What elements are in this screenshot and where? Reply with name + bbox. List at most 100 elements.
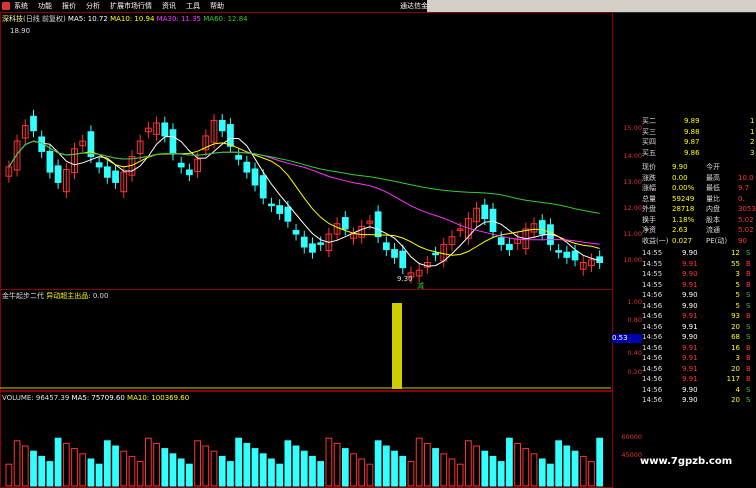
tick-13: 13.00 (623, 178, 642, 186)
stat-label2: 今开 (706, 163, 720, 171)
tick-price: 9.91 (682, 375, 698, 383)
candle-body (235, 155, 242, 160)
stat-value: 59249 (672, 194, 695, 203)
tick-row: 14:56 9.91 3 B (642, 353, 756, 364)
candle-body (227, 124, 234, 147)
tick-15: 15.00 (623, 124, 642, 132)
tick-side: S (746, 249, 751, 257)
volume-bar (391, 450, 398, 487)
ask-name: 买二 (642, 117, 656, 125)
tick-time: 14:56 (642, 343, 663, 352)
volume-bar (538, 458, 546, 487)
stat-value: 9.90 (672, 163, 688, 171)
candle-body (382, 242, 390, 251)
volume-bar (350, 453, 357, 487)
tick-vol: 68 (731, 333, 740, 341)
volume-bar (284, 440, 292, 487)
volume-bar (71, 448, 78, 487)
stat-value2: 10.0 (738, 173, 754, 182)
candle-body (284, 206, 292, 222)
tick-time: 14:56 (642, 312, 663, 320)
volume-bar (62, 442, 70, 487)
tick-time: 14:56 (642, 354, 663, 362)
candle-body (538, 220, 546, 235)
candle-body (268, 203, 275, 207)
stat-value2: 3053 (738, 205, 756, 213)
volume-bar (563, 445, 571, 487)
vol-tick-60000: 60000 (621, 433, 642, 441)
candle-body (341, 217, 349, 230)
tick-side: B (746, 259, 751, 268)
candle-body (259, 175, 267, 199)
volume-bar (79, 453, 87, 487)
tick-row: 14:56 9.90 5 S (642, 290, 756, 301)
volume-bar (87, 458, 95, 487)
candle-body (481, 204, 489, 220)
volume-bar (21, 445, 29, 487)
volume-bar (95, 463, 103, 487)
volume-bar (46, 461, 54, 487)
candle-body (276, 205, 284, 214)
ind-tick-04: 0.40 (627, 349, 642, 357)
tick-price: 9.91 (682, 354, 698, 362)
candle-body (555, 250, 563, 253)
volume-bar (415, 437, 423, 487)
candle-body (506, 243, 513, 251)
volume-bar (243, 442, 251, 487)
quote-panel: 买二 9.89 1 买三 9.88 1 买四 9.87 2 买五 9.86 3 现价 9.90 今开 涨跌 0.… (642, 108, 756, 448)
volume-bar (514, 442, 521, 487)
stat-value: 1.18% (672, 215, 695, 224)
tick-row: 14:56 9.91 20 S (642, 322, 756, 333)
stat-value: 0.00 (672, 173, 688, 182)
stat-value: 0.00% (672, 184, 695, 192)
volume-bar (432, 448, 439, 487)
tick-row: 14:56 9.90 20 S (642, 395, 756, 406)
tick-side: B (746, 312, 751, 320)
candle-body (243, 161, 251, 173)
volume-bar (366, 463, 374, 487)
stat-value2: 0. (738, 194, 745, 203)
ask-price: 9.86 (684, 148, 700, 157)
tick-vol: 20 (731, 364, 740, 373)
candle-body (497, 237, 505, 245)
stat-row: 总量 59249 量比 0. (642, 194, 756, 205)
volume-bar (300, 450, 308, 487)
candle-body (571, 250, 579, 261)
high-marker: 18.90 (10, 27, 31, 35)
ind-tick-02: 0.20 (627, 368, 642, 376)
volume-bar (54, 437, 62, 487)
ind-tick-1: 1.00 (627, 298, 642, 306)
tick-side: S (746, 333, 751, 341)
tick-row: 14:55 9.90 3 B (642, 269, 756, 280)
tick-row: 14:55 9.91 55 B (642, 259, 756, 270)
volume-bar (169, 453, 177, 487)
stat-label2: 内盘 (706, 205, 720, 213)
low-marker: 9.30 (397, 275, 413, 283)
tick-row: 14:56 9.91 16 B (642, 343, 756, 354)
volume-bar (440, 453, 448, 487)
candle-body (399, 250, 407, 269)
signal-label: 减 (417, 282, 424, 290)
volume-bar (186, 463, 193, 487)
stat-label: 收益(一) (642, 236, 669, 245)
stat-label: 涨跌 (642, 173, 656, 182)
tick-vol: 20 (731, 396, 740, 404)
tick-time: 14:56 (642, 291, 663, 299)
ask-price: 9.87 (684, 138, 700, 146)
ask-row: 买三 9.88 1 (642, 127, 756, 138)
candle-body (292, 229, 300, 235)
stat-row: 换手 1.18% 股本 5.02 (642, 215, 756, 226)
candle-body (112, 170, 119, 183)
candle-body (563, 251, 571, 258)
volume-bar (555, 440, 563, 487)
tick-side: S (746, 396, 751, 404)
stat-value2: 5.02 (738, 215, 754, 224)
volume-bar (235, 437, 242, 487)
tick-side: S (746, 291, 751, 299)
volume-bar (547, 463, 554, 487)
volume-bar (571, 450, 579, 487)
tick-price: 9.90 (682, 385, 698, 394)
stat-label: 涨幅 (642, 184, 656, 192)
tick-time: 14:56 (642, 333, 663, 341)
tick-time: 14:56 (642, 385, 663, 394)
